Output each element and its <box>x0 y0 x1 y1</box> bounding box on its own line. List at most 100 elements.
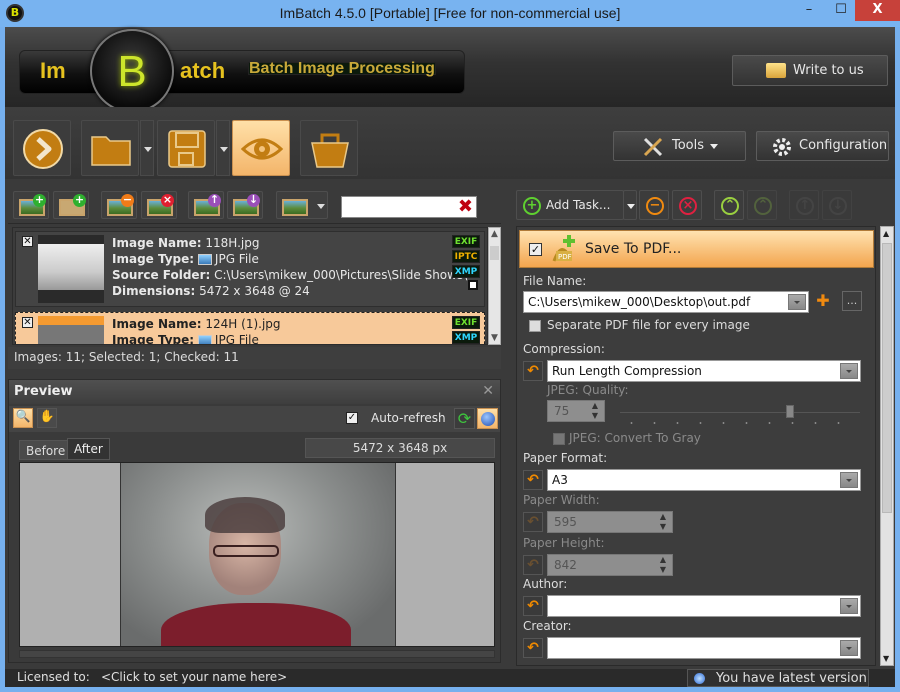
zoom-tool-icon[interactable]: 🔍 <box>13 408 33 428</box>
chevron-down-icon[interactable] <box>840 363 858 379</box>
version-status[interactable]: You have latest version <box>687 669 869 687</box>
revert-arrow-icon[interactable]: ↶ <box>523 596 543 616</box>
separate-pdf-checkbox[interactable] <box>529 320 541 332</box>
jpeg-quality-spinner[interactable]: 75 ▲ ▼ <box>547 400 605 422</box>
image-list-scrollbar[interactable]: ▲ ▼ <box>488 227 501 345</box>
sort-icon <box>282 199 308 216</box>
list-item-selected[interactable]: ✕ Image Name: 124H (1).jpg Image Type: J… <box>15 312 485 344</box>
add-folder-button[interactable]: + <box>53 191 89 219</box>
licensed-name-link[interactable]: <Click to set your name here> <box>101 670 287 684</box>
globe-icon[interactable] <box>477 408 498 429</box>
logo-ball-icon: B <box>90 29 174 113</box>
sort-button[interactable] <box>276 191 328 219</box>
remove-task-button[interactable]: − <box>639 190 669 220</box>
open-dropdown-button[interactable] <box>140 120 154 176</box>
auto-refresh-checkbox[interactable]: ✓ <box>346 412 358 424</box>
revert-arrow-icon[interactable]: ↶ <box>523 555 543 575</box>
chevron-down-icon[interactable] <box>840 598 858 614</box>
revert-arrow-icon[interactable]: ↶ <box>523 638 543 658</box>
browse-button[interactable]: ... <box>842 291 862 311</box>
collapse-all-button[interactable]: ⌃ <box>714 190 744 220</box>
expand-all-button[interactable]: ⌃ <box>747 190 777 220</box>
task-header-save-pdf[interactable]: ✓ PDF Save To PDF... <box>519 230 874 268</box>
arrow-down-badge-icon: ↓ <box>247 193 260 207</box>
item-checkbox[interactable]: ✕ <box>22 317 33 328</box>
search-input[interactable]: ✖ <box>341 196 477 218</box>
hand-tool-icon[interactable]: ✋ <box>37 408 57 428</box>
scroll-up-icon[interactable]: ▲ <box>883 229 889 238</box>
exif-badge[interactable]: EXIF <box>452 235 480 248</box>
spinner-arrows-icon[interactable]: ▲ ▼ <box>660 512 666 532</box>
source-folder-label: Source Folder: <box>112 268 211 282</box>
image-name-value: 118H.jpg <box>205 236 260 250</box>
scroll-down-icon[interactable]: ▼ <box>883 654 889 663</box>
move-down-button[interactable]: ↓ <box>227 191 263 219</box>
chevron-down-icon[interactable] <box>840 640 858 656</box>
clear-search-icon[interactable]: ✖ <box>458 196 473 217</box>
tab-after[interactable]: After <box>67 438 110 460</box>
configuration-button[interactable]: Configuration <box>756 131 889 161</box>
paper-format-select[interactable]: A3 <box>547 469 861 491</box>
gear-icon <box>773 138 791 156</box>
paper-width-spinner[interactable]: 595 ▲ ▼ <box>547 511 673 533</box>
open-button[interactable] <box>81 120 139 176</box>
tab-before[interactable]: Before <box>19 440 73 460</box>
xmp-badge[interactable]: XMP <box>452 265 480 278</box>
preview-horizontal-scrollbar[interactable] <box>19 650 495 658</box>
preview-canvas[interactable] <box>19 462 495 647</box>
compression-select[interactable]: Run Length Compression <box>547 360 861 382</box>
arrow-down-circle-icon: ↓ <box>829 197 847 215</box>
scroll-thumb[interactable] <box>882 243 892 513</box>
revert-arrow-icon[interactable]: ↶ <box>523 512 543 532</box>
move-up-button[interactable]: ↑ <box>188 191 224 219</box>
convert-gray-checkbox[interactable] <box>553 433 565 445</box>
add-task-dropdown[interactable] <box>623 190 637 220</box>
iptc-badge[interactable]: IPTC <box>452 250 480 263</box>
write-to-us-button[interactable]: Write to us <box>732 55 888 86</box>
plus-badge-icon: + <box>73 193 86 207</box>
tools-menu-button[interactable]: Tools <box>613 131 746 161</box>
close-button[interactable]: X <box>855 0 900 21</box>
revert-arrow-icon[interactable]: ↶ <box>523 470 543 490</box>
add-images-button[interactable]: + <box>13 191 49 219</box>
slider-knob[interactable] <box>786 405 794 418</box>
more-info-icon[interactable] <box>468 280 478 290</box>
preview-button[interactable] <box>232 120 290 176</box>
minimize-button[interactable]: – <box>795 0 823 21</box>
insert-variable-icon[interactable]: ✚ <box>815 293 831 310</box>
scroll-thumb[interactable] <box>490 246 499 260</box>
run-button[interactable] <box>13 120 71 176</box>
file-name-input[interactable]: C:\Users\mikew_000\Desktop\out.pdf <box>523 291 809 313</box>
exif-badge[interactable]: EXIF <box>452 316 480 329</box>
refresh-icon[interactable]: ⟳ <box>454 408 475 429</box>
scroll-down-icon[interactable]: ▼ <box>490 333 499 343</box>
chevron-down-icon[interactable] <box>840 472 858 488</box>
shop-button[interactable] <box>300 120 358 176</box>
image-list[interactable]: ✕ Image Name: 118H.jpg Image Type: JPG F… <box>12 227 488 345</box>
task-move-up-button[interactable]: ↑ <box>789 190 819 220</box>
task-enabled-checkbox[interactable]: ✓ <box>529 243 542 256</box>
author-input[interactable] <box>547 595 861 617</box>
spinner-arrows-icon[interactable]: ▲ ▼ <box>660 555 666 575</box>
maximize-button[interactable]: ☐ <box>827 0 855 21</box>
list-item[interactable]: ✕ Image Name: 118H.jpg Image Type: JPG F… <box>15 231 485 307</box>
paper-height-spinner[interactable]: 842 ▲ ▼ <box>547 554 673 576</box>
xmp-badge[interactable]: XMP <box>452 331 480 344</box>
creator-input[interactable] <box>547 637 861 659</box>
task-move-down-button[interactable]: ↓ <box>822 190 852 220</box>
remove-image-button[interactable]: − <box>101 191 137 219</box>
clear-images-button[interactable]: × <box>141 191 177 219</box>
save-button[interactable] <box>157 120 215 176</box>
add-task-button[interactable]: + Add Task... <box>516 190 624 220</box>
item-checkbox[interactable]: ✕ <box>22 236 33 247</box>
task-settings-scrollbar[interactable]: ▲ ▼ <box>880 226 894 666</box>
close-preview-icon[interactable]: ✕ <box>482 383 494 399</box>
plus-circle-icon: + <box>523 197 541 215</box>
jpeg-quality-slider[interactable] <box>620 405 860 425</box>
revert-arrow-icon[interactable]: ↶ <box>523 361 543 381</box>
spinner-arrows-icon[interactable]: ▲ ▼ <box>592 401 598 421</box>
clear-tasks-button[interactable]: × <box>672 190 702 220</box>
save-dropdown-button[interactable] <box>216 120 230 176</box>
scroll-up-icon[interactable]: ▲ <box>490 229 499 239</box>
chevron-down-icon[interactable] <box>788 294 806 310</box>
